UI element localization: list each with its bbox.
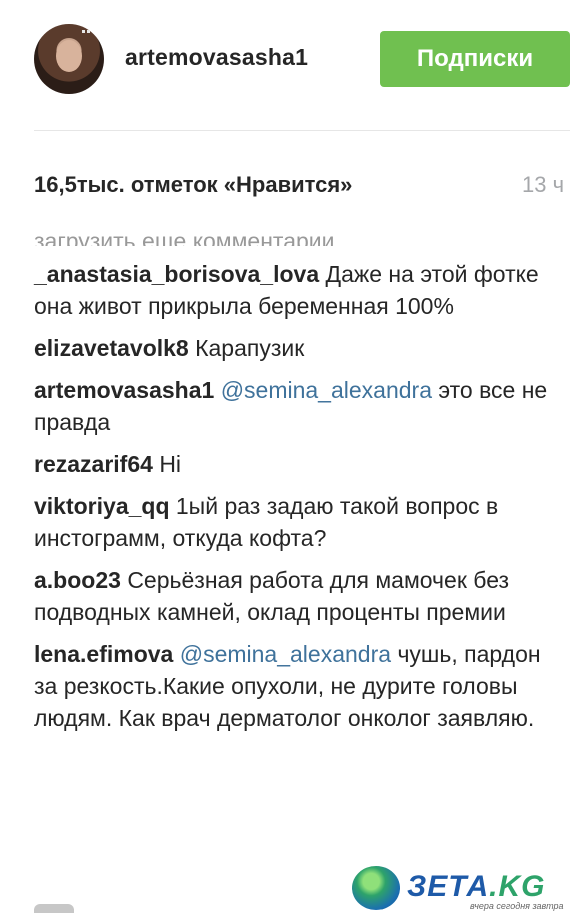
comment-item: a.boo23 Серьёзная работа для мамочек без… (34, 564, 554, 628)
username-link[interactable]: artemovasasha1 (125, 44, 308, 71)
comment-mention[interactable]: @semina_alexandra (180, 641, 391, 667)
load-more-comments-link[interactable]: загрузить еще комментарии (34, 224, 554, 246)
comment-item: _anastasia_borisova_lova Даже на этой фо… (34, 258, 554, 322)
following-button[interactable]: Подписки (380, 31, 570, 87)
comment-item: artemovasasha1 @semina_alexandra это все… (34, 374, 554, 438)
next-avatar-edge (34, 904, 74, 913)
watermark: ЗЕТА.KG вчера сегодня завтра (352, 866, 570, 913)
divider (34, 130, 570, 131)
comment-username[interactable]: lena.efimova (34, 641, 173, 667)
comment-item: elizavetavolk8 Карапузик (34, 332, 554, 364)
comment-text: Hi (159, 451, 182, 477)
comment-username[interactable]: rezazarif64 (34, 451, 153, 477)
post-header: artemovasasha1 Подписки (0, 0, 570, 120)
comment-item: rezazarif64 Hi (34, 448, 554, 480)
likes-count[interactable]: 16,5тыс. отметок «Нравится» (34, 172, 352, 198)
comment-username[interactable]: _anastasia_borisova_lova (34, 261, 319, 287)
crown-icon (82, 30, 96, 41)
avatar[interactable] (34, 24, 104, 94)
watermark-brand-name: ЗЕТА (407, 870, 490, 903)
comments-list: загрузить еще комментарии _anastasia_bor… (34, 224, 554, 744)
post-time[interactable]: 13 ч (522, 172, 564, 198)
watermark-tagline: вчера сегодня завтра (470, 901, 564, 911)
comment-item: lena.efimova @semina_alexandra чушь, пар… (34, 638, 554, 734)
comment-username[interactable]: artemovasasha1 (34, 377, 214, 403)
comment-item: viktoriya_qq 1ый раз задаю такой вопрос … (34, 490, 554, 554)
comment-username[interactable]: viktoriya_qq (34, 493, 170, 519)
comment-username[interactable]: a.boo23 (34, 567, 121, 593)
comment-username[interactable]: elizavetavolk8 (34, 335, 189, 361)
comment-text: Карапузик (195, 335, 305, 361)
avatar-face (56, 40, 82, 72)
globe-logo-icon (352, 866, 400, 910)
watermark-brand: ЗЕТА.KG (407, 870, 545, 904)
comment-mention[interactable]: @semina_alexandra (221, 377, 432, 403)
watermark-tld: .KG (489, 870, 546, 903)
